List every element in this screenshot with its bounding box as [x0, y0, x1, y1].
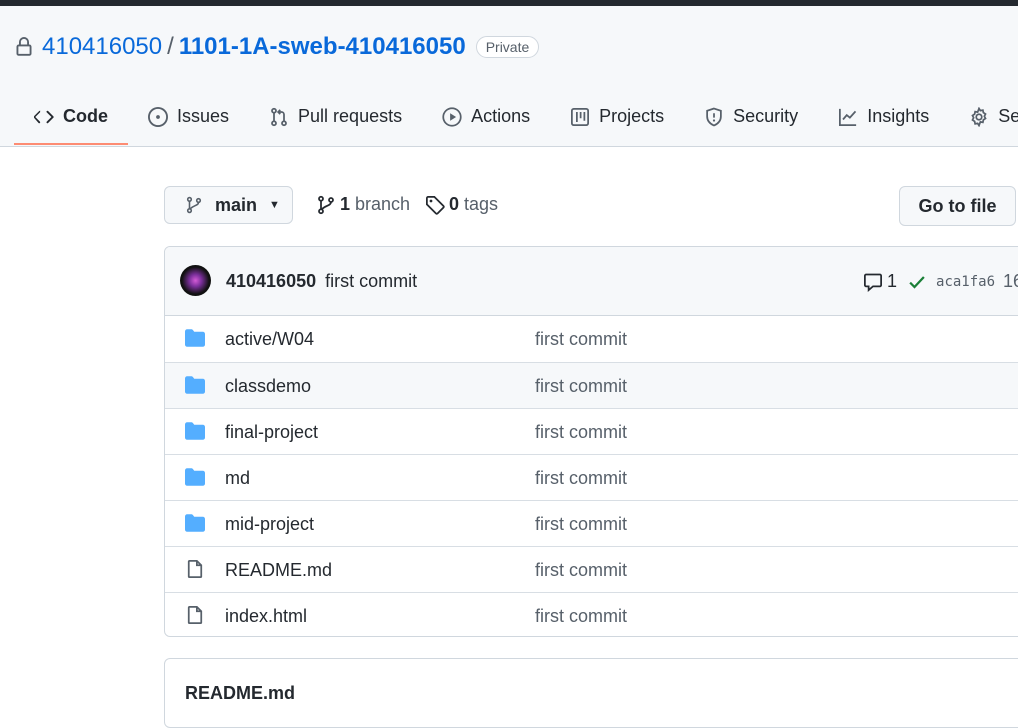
comment-icon[interactable] — [863, 272, 883, 292]
latest-commit-bar: 410416050 first commit 1 aca1fa6 16 — [165, 247, 1018, 316]
tab-code-label: Code — [63, 106, 108, 126]
lock-icon — [16, 37, 32, 56]
repo-nav-tabs: Code Issues Pull requests Actions Projec… — [14, 98, 1018, 146]
tab-insights[interactable]: Insights — [818, 98, 949, 135]
file-name-link[interactable]: active/W04 — [225, 329, 314, 350]
folder-icon — [185, 422, 205, 440]
file-commit-message-link[interactable]: first commit — [535, 376, 627, 397]
file-commit-message-link[interactable]: first commit — [535, 468, 627, 489]
file-row[interactable]: README.md first commit — [165, 546, 1018, 592]
file-name-link[interactable]: md — [225, 468, 250, 489]
code-icon — [34, 110, 54, 123]
file-row[interactable]: index.html first commit — [165, 592, 1018, 636]
go-to-file-button[interactable]: Go to file — [899, 186, 1016, 226]
tab-projects-label: Projects — [599, 106, 665, 126]
tab-insights-label: Insights — [867, 106, 930, 126]
tab-security-label: Security — [733, 106, 799, 126]
tab-actions-label: Actions — [471, 106, 531, 126]
file-commit-message-link[interactable]: first commit — [535, 422, 627, 443]
commit-author-link[interactable]: 410416050 — [226, 271, 316, 291]
file-row[interactable]: classdemo first commit — [165, 362, 1018, 408]
git-branch-icon — [318, 195, 334, 214]
path-separator: / — [167, 33, 174, 60]
comment-count[interactable]: 1 — [887, 271, 897, 292]
tab-settings[interactable]: Settin — [949, 98, 1018, 135]
avatar[interactable] — [180, 265, 211, 296]
check-icon[interactable] — [907, 272, 927, 292]
branch-label: branch — [355, 194, 411, 214]
folder-icon — [185, 376, 205, 394]
tag-icon — [426, 195, 445, 215]
file-name-link[interactable]: final-project — [225, 422, 318, 443]
graph-icon — [839, 108, 857, 126]
file-name-link[interactable]: classdemo — [225, 376, 311, 397]
file-commit-message-link[interactable]: first commit — [535, 606, 627, 627]
tab-projects[interactable]: Projects — [550, 98, 684, 135]
file-commit-message-link[interactable]: first commit — [535, 560, 627, 581]
play-icon — [442, 106, 462, 127]
file-navigation: main ▼ 1 branch 0 tags Go to file — [164, 186, 1018, 226]
latest-commit-message: 410416050 first commit — [226, 271, 417, 292]
tag-label: tags — [464, 194, 499, 214]
file-row[interactable]: final-project first commit — [165, 408, 1018, 454]
table-icon — [571, 107, 590, 126]
file-row[interactable]: md first commit — [165, 454, 1018, 500]
file-icon — [187, 560, 203, 578]
file-rows: active/W04 first commit classdemo first com… — [165, 316, 1018, 636]
git-pull-request-icon — [271, 107, 287, 126]
file-row[interactable]: mid-project first commit — [165, 500, 1018, 546]
file-name-link[interactable]: README.md — [225, 560, 332, 581]
tab-code[interactable]: Code — [14, 98, 128, 145]
visibility-badge: Private — [475, 36, 540, 58]
tab-issues-label: Issues — [177, 106, 230, 126]
branch-select-button[interactable]: main ▼ — [164, 186, 293, 224]
commit-message-link[interactable]: first commit — [325, 271, 417, 291]
folder-icon — [185, 329, 205, 347]
issue-opened-icon — [148, 106, 168, 127]
tab-settings-label: Settin — [998, 106, 1018, 126]
repo-owner-link[interactable]: 410416050 — [42, 33, 162, 61]
readme-title[interactable]: README.md — [185, 683, 295, 704]
file-row[interactable]: active/W04 first commit — [165, 316, 1018, 362]
tab-pull-requests-label: Pull requests — [298, 106, 403, 126]
tag-count: 0 — [449, 194, 460, 214]
commit-details: 1 aca1fa6 16 — [863, 271, 1018, 292]
tab-actions[interactable]: Actions — [422, 98, 550, 135]
repo-title: 410416050 / 1101-1A-sweb-410416050 Priva… — [14, 32, 540, 62]
file-icon — [187, 606, 203, 624]
tab-issues[interactable]: Issues — [128, 98, 249, 135]
folder-icon — [185, 468, 205, 486]
branches-link[interactable]: 1 branch — [316, 194, 410, 215]
folder-icon — [185, 514, 205, 532]
git-branch-icon — [186, 196, 202, 214]
file-name-link[interactable]: mid-project — [225, 514, 314, 535]
commit-time: 16 — [1003, 271, 1018, 291]
current-branch-name: main — [215, 194, 258, 215]
commit-sha-link[interactable]: aca1fa6 — [936, 274, 995, 290]
shield-icon — [706, 107, 722, 126]
repo-header: 410416050 / 1101-1A-sweb-410416050 Priva… — [0, 6, 1018, 147]
file-commit-message-link[interactable]: first commit — [535, 329, 627, 350]
gear-icon — [971, 106, 987, 127]
readme-panel: README.md — [164, 658, 1018, 728]
tab-pull-requests[interactable]: Pull requests — [249, 98, 422, 135]
tags-link[interactable]: 0 tags — [425, 194, 498, 215]
tab-security[interactable]: Security — [684, 98, 818, 135]
branch-count: 1 — [340, 194, 351, 214]
file-commit-message-link[interactable]: first commit — [535, 514, 627, 535]
file-listing: 410416050 first commit 1 aca1fa6 16 acti… — [164, 246, 1018, 637]
caret-down-icon: ▼ — [269, 199, 280, 211]
repo-name-link[interactable]: 1101-1A-sweb-410416050 — [179, 33, 466, 61]
file-name-link[interactable]: index.html — [225, 606, 307, 627]
